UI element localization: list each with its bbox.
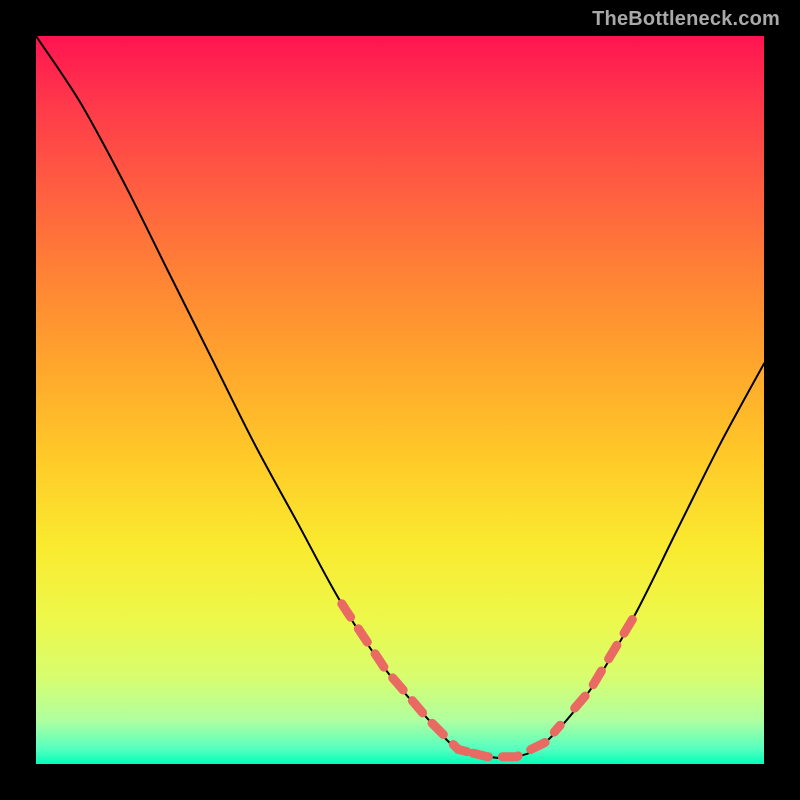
sweet-spot-left-marker — [342, 604, 473, 753]
curve-svg — [36, 36, 764, 764]
plot-area — [36, 36, 764, 764]
valley-floor-marker — [473, 725, 560, 757]
sweet-spot-right-marker — [575, 618, 633, 708]
watermark-label: TheBottleneck.com — [592, 8, 780, 31]
chart-stage: TheBottleneck.com — [0, 0, 800, 800]
bottleneck-curve — [36, 36, 764, 758]
